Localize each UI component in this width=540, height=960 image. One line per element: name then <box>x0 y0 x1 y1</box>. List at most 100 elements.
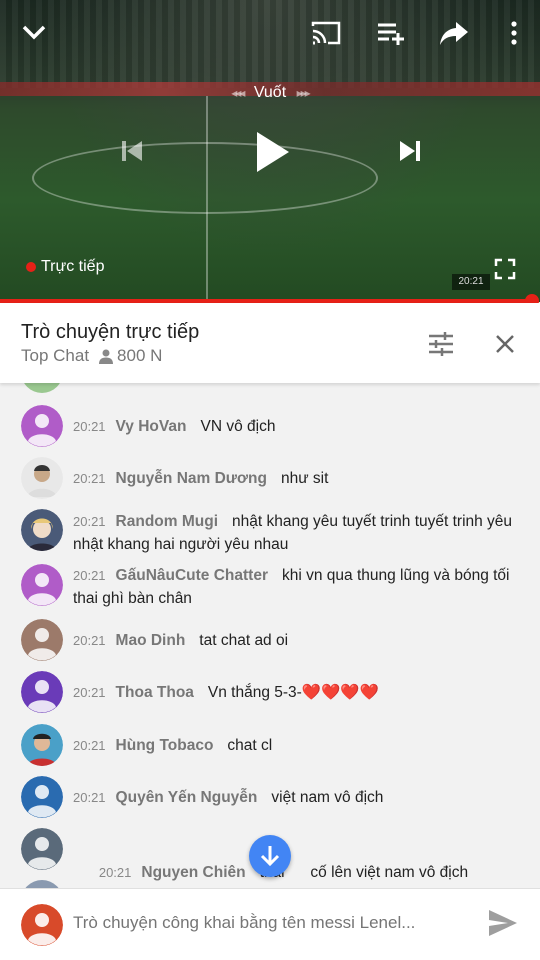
chat-message-input[interactable] <box>73 913 473 933</box>
message-time: 20:21 <box>73 419 106 434</box>
partial-avatar <box>21 383 63 393</box>
message-time: 20:21 <box>73 790 106 805</box>
message-text: VN vô địch <box>200 418 276 435</box>
seek-hint: ◂◂◂ Vuốt ▸▸▸ <box>212 84 328 102</box>
default-avatar-icon <box>21 405 63 447</box>
chat-filter-button[interactable] <box>424 327 458 361</box>
more-vert-icon <box>511 21 517 45</box>
message-author[interactable]: Nguyễn Nam Dương <box>116 470 267 487</box>
video-player[interactable]: ◂◂◂ Vuốt ▸▸▸ Trực tiếp 20:21 <box>0 0 540 302</box>
live-indicator: Trực tiếp <box>26 258 104 276</box>
anime-avatar-icon <box>21 509 63 551</box>
message-author[interactable]: Vy HoVan <box>116 418 187 435</box>
more-options-button[interactable] <box>500 16 528 50</box>
message-body: 20:21 Mao Dinh tat chat ad oi <box>73 629 520 652</box>
center-circle <box>32 142 378 214</box>
person-icon <box>99 349 114 364</box>
message-body: 20:21 Nguyễn Nam Dương như sit <box>73 467 520 490</box>
avatar <box>21 724 63 766</box>
halfway-line <box>206 96 208 302</box>
chat-input-bar <box>0 888 540 960</box>
scoreboard-clock: 20:21 <box>452 274 490 290</box>
user-avatar-icon <box>21 904 63 946</box>
message-text: việt nam vô địch <box>271 789 384 806</box>
share-icon <box>440 22 468 45</box>
seek-right-arrows: ▸▸▸ <box>296 86 311 100</box>
chevron-down-icon <box>22 25 46 40</box>
message-author[interactable]: Quyên Yến Nguyễn <box>116 789 258 806</box>
photo-avatar-icon <box>21 457 63 499</box>
fullscreen-icon <box>494 258 516 280</box>
avatar <box>21 457 63 499</box>
message-author[interactable]: Random Mugi <box>116 513 218 530</box>
arrow-down-icon <box>260 846 280 867</box>
avatar <box>21 671 63 713</box>
message-text: như sit <box>280 470 329 487</box>
message-author[interactable]: Hùng Tobaco <box>116 737 214 754</box>
message-time: 20:21 <box>73 568 106 583</box>
scroll-to-bottom-button[interactable] <box>249 835 291 877</box>
next-button[interactable] <box>390 130 430 172</box>
close-chat-button[interactable] <box>488 327 522 361</box>
default-avatar-icon <box>21 619 63 661</box>
avatar <box>21 619 63 661</box>
avatar <box>21 405 63 447</box>
live-dot <box>26 262 36 272</box>
chat-subheader: Top Chat 800 N <box>21 346 162 366</box>
add-to-playlist-button[interactable] <box>370 16 410 50</box>
cast-icon <box>311 21 341 45</box>
message-body: 20:21 Hùng Tobaco chat cl <box>73 734 520 757</box>
seek-left-arrows: ◂◂◂ <box>231 86 245 100</box>
message-time: 20:21 <box>73 633 106 648</box>
minimize-button[interactable] <box>16 16 52 48</box>
skip-previous-icon <box>122 141 142 161</box>
avatar <box>21 509 63 551</box>
cast-button[interactable] <box>306 16 346 50</box>
photo-avatar-icon <box>21 724 63 766</box>
tune-icon <box>429 332 453 356</box>
message-time: 20:21 <box>73 685 106 700</box>
partial-avatar <box>21 880 63 888</box>
avatar <box>21 776 63 818</box>
skip-next-icon <box>400 141 420 161</box>
chat-mode-label: Top Chat <box>21 346 90 365</box>
message-author[interactable]: Mao Dinh <box>116 632 186 649</box>
play-icon <box>257 132 289 172</box>
play-button[interactable] <box>248 124 298 180</box>
message-body: 20:21 Quyên Yến Nguyễn việt nam vô địch <box>73 786 520 809</box>
message-time: 20:21 <box>73 471 106 486</box>
message-author[interactable]: Thoa Thoa <box>116 684 194 701</box>
message-body: 20:21 Nguyen Chiên thái cố lên việt nam vô… <box>73 838 520 888</box>
message-body: 20:21 Vy HoVan VN vô địch <box>73 415 520 438</box>
default-avatar-icon <box>21 671 63 713</box>
message-body: 20:21 GấuNâuCute Chatter khi vn qua thung … <box>73 564 520 610</box>
close-icon <box>496 335 514 353</box>
send-button[interactable] <box>488 909 518 942</box>
message-text: thái cố lên việt nam vô địch <box>259 864 469 881</box>
seek-label: Vuốt <box>253 84 287 101</box>
previous-button[interactable] <box>112 130 152 172</box>
live-label: Trực tiếp <box>41 258 105 275</box>
avatar <box>21 828 63 870</box>
chat-message-list[interactable]: 20:21 Vy HoVan VN vô địch 20:21 Nguyễn Nam … <box>0 383 540 888</box>
message-text: tat chat ad oi <box>199 632 289 649</box>
viewer-count: 800 N <box>99 346 162 366</box>
chat-header: Trò chuyện trực tiếp Top Chat 800 N <box>0 303 540 383</box>
default-avatar-icon <box>21 776 63 818</box>
message-time: 20:21 <box>73 514 106 529</box>
viewer-count-label: 800 N <box>117 346 163 365</box>
message-author[interactable]: Nguyen Chiên <box>141 864 245 881</box>
message-time: 20:21 <box>98 865 132 880</box>
message-body: 20:21 Thoa Thoa Vn thắng 5-3-❤️❤️❤️❤️ <box>73 681 520 704</box>
message-author[interactable]: GấuNâuCute Chatter <box>116 567 268 584</box>
default-avatar-icon <box>21 828 63 870</box>
send-icon <box>489 910 517 936</box>
chat-title: Trò chuyện trực tiếp <box>21 321 200 343</box>
avatar <box>21 564 63 606</box>
fullscreen-button[interactable] <box>490 254 520 284</box>
message-time: 20:21 <box>73 738 106 753</box>
default-avatar-icon <box>21 564 63 606</box>
my-avatar <box>21 904 63 946</box>
add-to-playlist-icon <box>378 23 404 45</box>
share-button[interactable] <box>434 16 474 50</box>
